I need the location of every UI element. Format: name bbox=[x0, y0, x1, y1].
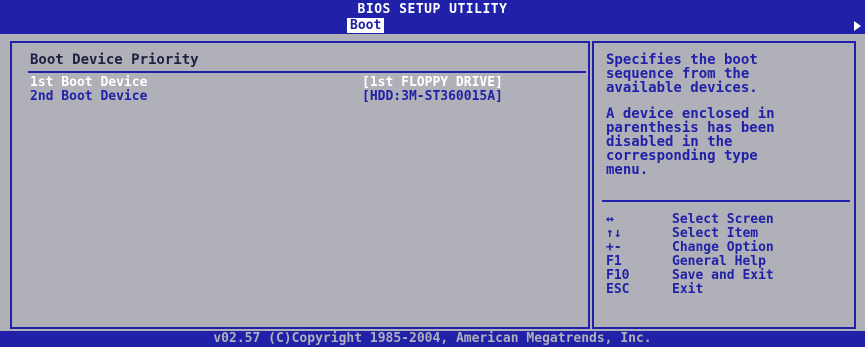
copyright-footer: v02.57 (C)Copyright 1985-2004, American … bbox=[0, 331, 865, 347]
menu-item-1st-boot-device[interactable]: 1st Boot Device [1st FLOPPY DRIVE] bbox=[30, 76, 570, 90]
help-panel: Specifies the boot sequence from the ava… bbox=[592, 41, 856, 329]
menu-item-label: 1st Boot Device bbox=[30, 75, 148, 90]
tab-boot[interactable]: Boot bbox=[347, 18, 385, 33]
key-action: Select Screen bbox=[672, 212, 774, 227]
key-legend-row: F10 Save and Exit bbox=[606, 269, 851, 283]
triangle-right-icon bbox=[854, 21, 861, 31]
key-action: Exit bbox=[672, 282, 704, 297]
menu-item-2nd-boot-device[interactable]: 2nd Boot Device [HDD:3M-ST360015A] bbox=[30, 90, 570, 104]
key-action: Change Option bbox=[672, 240, 774, 255]
menu-item-value[interactable]: [1st FLOPPY DRIVE] bbox=[362, 76, 503, 90]
up-down-arrow-icon: ↑↓ bbox=[606, 226, 622, 241]
key-action: Select Item bbox=[672, 226, 759, 241]
help-divider bbox=[602, 200, 850, 202]
plus-minus-icon: +- bbox=[606, 240, 622, 255]
key-action: General Help bbox=[672, 254, 766, 269]
key-name: F10 bbox=[606, 268, 630, 283]
key-name: ESC bbox=[606, 282, 630, 297]
section-divider bbox=[28, 71, 586, 73]
key-legend-row: F1 General Help bbox=[606, 255, 851, 269]
left-right-arrow-icon: ↔ bbox=[606, 212, 614, 227]
menu-item-label: 2nd Boot Device bbox=[30, 89, 148, 104]
app-title: BIOS SETUP UTILITY bbox=[357, 2, 508, 17]
section-title: Boot Device Priority bbox=[30, 52, 199, 68]
key-name: F1 bbox=[606, 254, 622, 269]
main-panel: Boot Device Priority 1st Boot Device [1s… bbox=[10, 41, 590, 329]
key-legend-row: ↑↓ Select Item bbox=[606, 227, 851, 241]
key-legend-row: +- Change Option bbox=[606, 241, 851, 255]
key-legend: ↔ Select Screen ↑↓ Select Item +- Change… bbox=[606, 213, 851, 297]
menu-item-value[interactable]: [HDD:3M-ST360015A] bbox=[362, 90, 503, 104]
key-legend-row: ↔ Select Screen bbox=[606, 213, 851, 227]
key-legend-row: ESC Exit bbox=[606, 283, 851, 297]
help-description-2: A device enclosed in parenthesis has bee… bbox=[606, 106, 775, 178]
key-action: Save and Exit bbox=[672, 268, 774, 283]
title-bar: BIOS SETUP UTILITY Boot bbox=[0, 0, 865, 34]
help-description-1: Specifies the boot sequence from the ava… bbox=[606, 52, 758, 96]
